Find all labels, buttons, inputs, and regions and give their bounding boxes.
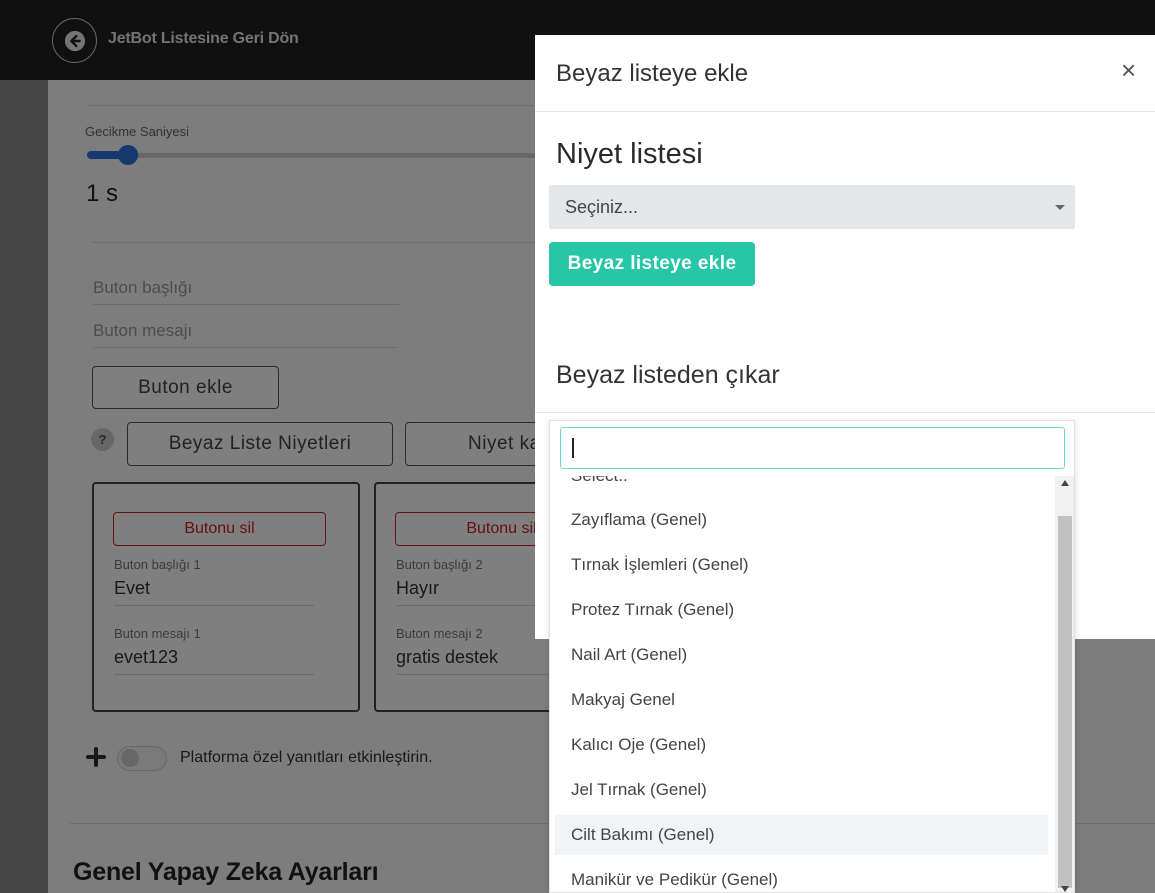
dropdown-search-input[interactable] — [560, 427, 1065, 469]
intent-select[interactable]: Seçiniz... — [549, 185, 1075, 229]
close-icon[interactable]: × — [1121, 57, 1141, 83]
intent-list-title: Niyet listesi — [556, 138, 703, 170]
dropdown-option[interactable]: Manikür ve Pedikür (Genel) — [555, 860, 1048, 892]
remove-intent-dropdown: Select.. Zayıflama (Genel) Tırnak İşleml… — [549, 420, 1075, 893]
dropdown-option[interactable]: Tırnak İşlemleri (Genel) — [555, 545, 1048, 585]
scroll-up-icon[interactable] — [1061, 480, 1069, 486]
dropdown-option[interactable]: Zayıflama (Genel) — [555, 500, 1048, 540]
intent-select-value: Seçiniz... — [565, 197, 639, 217]
divider — [535, 412, 1155, 413]
scroll-down-icon[interactable] — [1061, 886, 1069, 892]
dropdown-option[interactable]: Protez Tırnak (Genel) — [555, 590, 1048, 630]
dropdown-option[interactable]: Jel Tırnak (Genel) — [555, 770, 1048, 810]
dropdown-option[interactable]: Nail Art (Genel) — [555, 635, 1048, 675]
dropdown-scrollbar[interactable] — [1055, 476, 1074, 892]
dropdown-option-highlighted[interactable]: Cilt Bakımı (Genel) — [555, 815, 1048, 855]
remove-from-whitelist-title: Beyaz listeden çıkar — [556, 361, 780, 389]
modal-title: Beyaz listeye ekle — [556, 60, 749, 87]
scrollbar-thumb[interactable] — [1058, 516, 1072, 888]
dropdown-option[interactable]: Select.. — [555, 476, 1048, 496]
modal-header: Beyaz listeye ekle × — [535, 35, 1155, 112]
dropdown-option[interactable]: Kalıcı Oje (Genel) — [555, 725, 1048, 765]
dropdown-option[interactable]: Makyaj Genel — [555, 680, 1048, 720]
chevron-down-icon — [1055, 205, 1065, 210]
dropdown-options-list[interactable]: Select.. Zayıflama (Genel) Tırnak İşleml… — [550, 476, 1055, 892]
text-cursor — [572, 438, 574, 458]
add-to-whitelist-button[interactable]: Beyaz listeye ekle — [549, 242, 755, 286]
